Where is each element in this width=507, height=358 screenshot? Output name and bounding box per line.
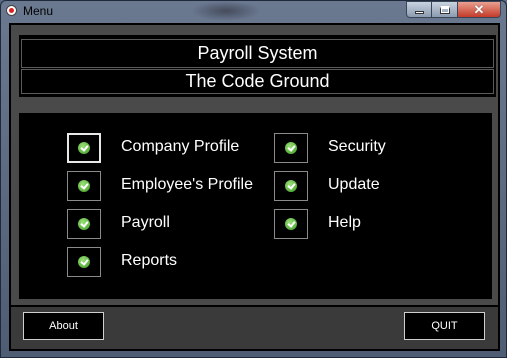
menu-item-label: Employee's Profile — [121, 176, 253, 193]
menu-checkbox[interactable] — [274, 133, 308, 163]
menu-checkbox[interactable] — [67, 133, 101, 163]
menu-item-label: Security — [328, 138, 386, 155]
footer-panel: About QUIT — [11, 307, 498, 349]
background-blur — [191, 1, 261, 21]
client-area: Payroll System The Code Ground Company P… — [9, 23, 500, 351]
menu-item-label: Company Profile — [121, 138, 240, 155]
menu-item-label: Payroll — [121, 214, 170, 231]
window-title: Menu — [23, 4, 54, 18]
maximize-icon — [439, 5, 450, 14]
quit-button[interactable]: QUIT — [404, 312, 485, 340]
minimize-button[interactable] — [406, 1, 432, 18]
menu-checkbox[interactable] — [67, 247, 101, 277]
check-circle-icon — [285, 218, 297, 230]
menu-item-label: Help — [328, 214, 361, 231]
check-circle-icon — [285, 142, 297, 154]
menu-panel: Company Profile Employee's Profile Payro… — [19, 113, 492, 299]
content-frame: Payroll System The Code Ground Company P… — [11, 25, 498, 305]
app-title: Payroll System — [21, 39, 494, 68]
maximize-button[interactable] — [432, 1, 458, 18]
check-circle-icon — [78, 142, 90, 154]
app-subtitle: The Code Ground — [21, 69, 494, 94]
check-circle-icon — [78, 256, 90, 268]
header-panel: Payroll System The Code Ground — [19, 35, 496, 97]
close-icon: ✕ — [473, 2, 485, 17]
about-button[interactable]: About — [23, 312, 104, 340]
menu-checkbox[interactable] — [67, 209, 101, 239]
check-circle-icon — [78, 218, 90, 230]
menu-item-label: Update — [328, 176, 380, 193]
check-circle-icon — [78, 180, 90, 192]
menu-checkbox[interactable] — [274, 209, 308, 239]
check-circle-icon — [285, 180, 297, 192]
menu-checkbox[interactable] — [67, 171, 101, 201]
caption-buttons: ✕ — [406, 1, 501, 19]
menu-checkbox[interactable] — [274, 171, 308, 201]
minimize-icon — [414, 11, 424, 14]
menu-window: Menu ✕ Payroll System The Code Ground Co… — [0, 0, 507, 358]
close-button[interactable]: ✕ — [458, 1, 501, 18]
menu-item-label: Reports — [121, 252, 178, 269]
app-record-icon[interactable] — [6, 5, 17, 16]
title-bar[interactable]: Menu ✕ — [1, 1, 506, 21]
